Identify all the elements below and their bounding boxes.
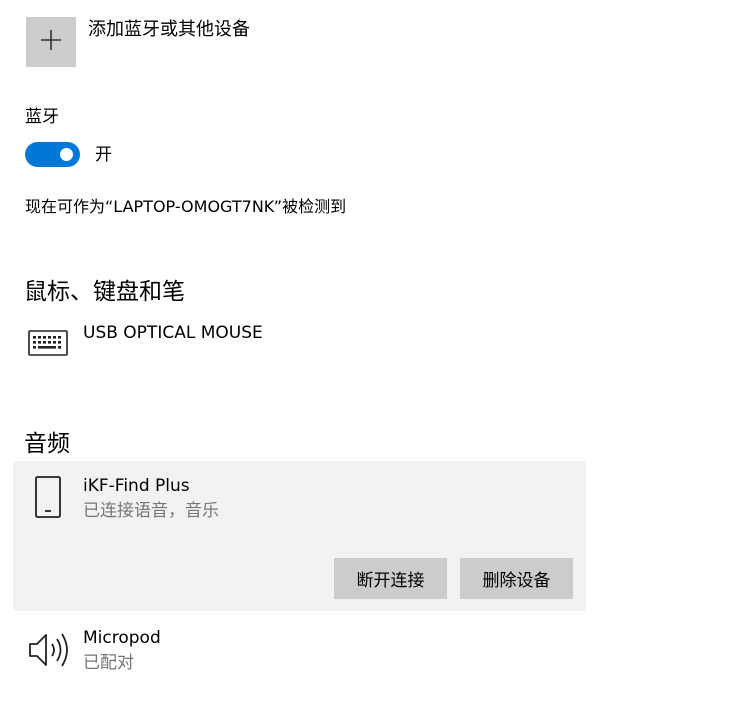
audio-section-heading: 音频 [24, 431, 70, 457]
keyboard-icon [24, 326, 72, 360]
device-name-usb-mouse[interactable]: USB OPTICAL MOUSE [83, 322, 263, 344]
plus-icon [39, 28, 63, 56]
device-status-ikf-find-plus: 已连接语音，音乐 [83, 501, 219, 521]
phone-icon [30, 474, 66, 520]
bluetooth-toggle-state: 开 [95, 145, 112, 165]
toggle-knob [60, 148, 73, 161]
device-status-micropod: 已配对 [83, 653, 134, 673]
bluetooth-toggle[interactable] [25, 142, 80, 167]
add-device-label[interactable]: 添加蓝牙或其他设备 [88, 18, 250, 42]
remove-device-button[interactable]: 删除设备 [460, 558, 573, 599]
device-name-micropod[interactable]: Micropod [83, 627, 161, 649]
bluetooth-title: 蓝牙 [25, 107, 59, 127]
discoverable-text: 现在可作为“LAPTOP-OMOGT7NK”被检测到 [25, 197, 347, 216]
disconnect-button[interactable]: 断开连接 [334, 558, 447, 599]
mouse-section-heading: 鼠标、键盘和笔 [24, 279, 185, 305]
device-name-ikf-find-plus: iKF-Find Plus [83, 476, 190, 496]
speaker-icon [26, 630, 72, 670]
add-device-button[interactable] [26, 17, 76, 67]
